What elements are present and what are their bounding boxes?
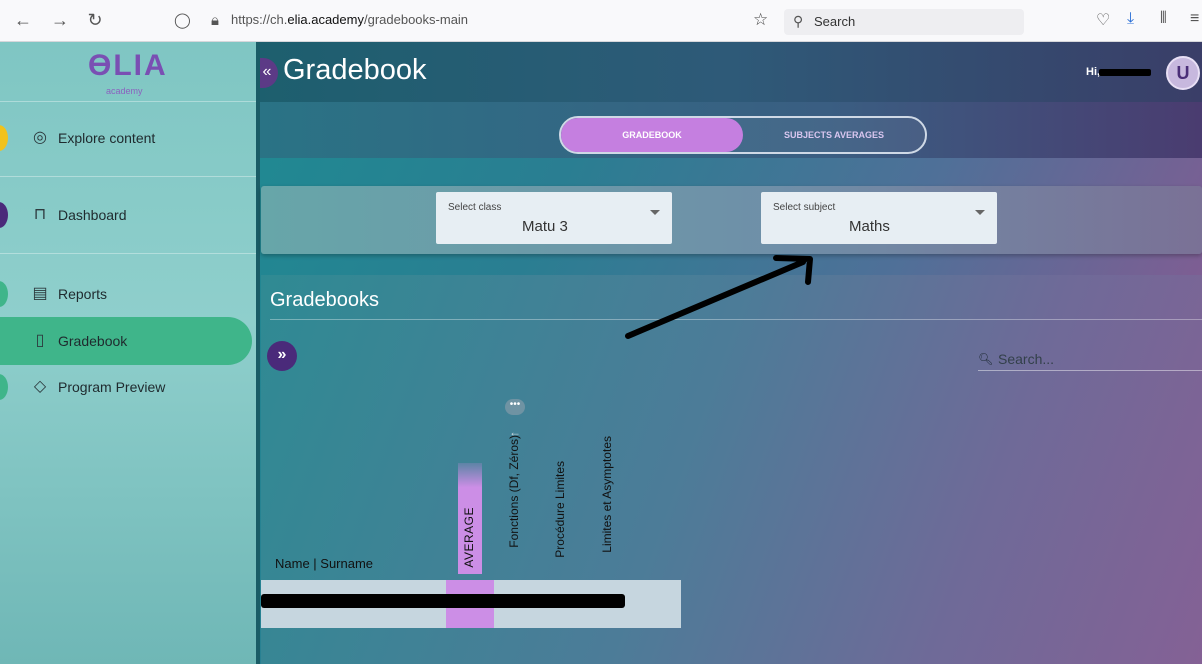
view-toggle: GRADEBOOK SUBJECTS AVERAGES — [559, 116, 927, 154]
planet-icon: ◎ — [33, 129, 47, 146]
pocket-icon[interactable]: ♡ — [1096, 10, 1110, 30]
back-icon[interactable]: ← — [12, 10, 34, 30]
easel-icon: ⊓ — [33, 206, 47, 223]
class-select[interactable]: Select class Matu 3 — [436, 192, 672, 244]
name-surname-header[interactable]: Name | Surname — [275, 556, 373, 571]
avatar-letter: U — [1176, 63, 1190, 83]
sidebar-divider — [0, 253, 256, 254]
address-bar[interactable]: https://ch.elia.academy/gradebooks-main — [231, 12, 468, 27]
browser-toolbar: ← → ↻ ◯ 🔒︎ https://ch.elia.academy/grade… — [0, 0, 1202, 42]
forward-icon[interactable]: → — [49, 10, 71, 30]
url-prefix: https://ch. — [231, 12, 288, 27]
logo[interactable]: ϴLIA academy — [0, 42, 256, 102]
sidebar-item-label: Explore content — [58, 130, 156, 146]
sidebar: ϴLIA academy ◎ Explore content ⊓ Dashboa… — [0, 42, 256, 664]
average-column-header[interactable]: AVERAGE — [458, 463, 482, 574]
redacted-user-name — [1099, 69, 1151, 76]
sidebar-item-program-preview[interactable]: ◇ Program Preview — [0, 363, 256, 411]
more-options-label: ••• — [509, 399, 521, 410]
gradebook-search-placeholder: Search... — [998, 351, 1055, 367]
search-icon: ⚲ — [793, 13, 804, 29]
expand-columns-button[interactable]: » — [267, 341, 297, 371]
bookmark-star-icon[interactable]: ☆ — [753, 10, 768, 30]
sidebar-item-label: Gradebook — [58, 333, 128, 349]
greeting-text: Hi, — [1086, 66, 1101, 78]
subject-select-caption: Select subject — [773, 202, 836, 213]
tab-gradebook[interactable]: GRADEBOOK — [561, 118, 743, 152]
filter-card: Select class Matu 3 Select subject Maths — [261, 186, 1202, 254]
url-domain: elia.academy — [287, 12, 364, 27]
average-header-label: AVERAGE — [462, 507, 476, 568]
class-select-value: Matu 3 — [522, 218, 568, 235]
reload-icon[interactable]: ↻ — [84, 10, 106, 30]
gradebook-icon: ▯ — [35, 332, 45, 349]
column-header-limites-asymptotes[interactable]: Limites et Asymptotes — [600, 436, 614, 553]
sidebar-item-gradebook[interactable]: ▯ Gradebook — [0, 317, 252, 365]
subject-select[interactable]: Select subject Maths — [761, 192, 997, 244]
subject-select-value: Maths — [849, 218, 890, 235]
sidebar-item-label: Reports — [58, 286, 108, 302]
logo-mark: ϴLIA — [88, 49, 168, 82]
tab-subjects-averages[interactable]: SUBJECTS AVERAGES — [743, 118, 925, 152]
program-bump — [0, 374, 8, 400]
dropdown-arrow-icon — [650, 210, 660, 215]
main-content: « Gradebook Hi, U GRADEBOOK SUBJECTS AVE… — [256, 42, 1202, 664]
title-divider — [270, 319, 1202, 320]
report-icon: ▤ — [32, 285, 48, 302]
dashboard-bump — [0, 202, 8, 228]
reports-bump — [0, 281, 8, 307]
search-icon: 🔍︎ — [978, 352, 994, 366]
avatar[interactable]: U — [1166, 56, 1200, 90]
sidebar-item-explore-content[interactable]: ◎ Explore content — [0, 114, 256, 162]
browser-search-field[interactable]: ⚲ Search — [784, 9, 1024, 35]
redacted-student-name — [261, 594, 625, 608]
sidebar-item-reports[interactable]: ▤ Reports — [0, 270, 256, 318]
sidebar-divider — [0, 176, 256, 177]
top-header: « Gradebook Hi, U — [256, 42, 1202, 102]
view-toggle-band: GRADEBOOK SUBJECTS AVERAGES — [260, 102, 1202, 158]
shield-lock-icon[interactable]: ◯ 🔒︎ — [174, 11, 227, 29]
gradebooks-title: Gradebooks — [270, 289, 379, 311]
logo-subtitle: academy — [106, 86, 143, 96]
sidebar-item-label: Program Preview — [58, 379, 166, 395]
class-select-caption: Select class — [448, 202, 502, 213]
menu-icon[interactable]: ≡ — [1190, 10, 1199, 28]
gradebooks-card: Gradebooks » 🔍︎ Search... ••• ← AVERAGE … — [261, 275, 1202, 664]
explore-bump — [0, 125, 8, 151]
gradebook-search-input[interactable]: 🔍︎ Search... — [978, 349, 1202, 371]
sidebar-item-dashboard[interactable]: ⊓ Dashboard — [0, 191, 256, 239]
graduation-cap-icon: ◇ — [33, 378, 47, 395]
app: ϴLIA academy ◎ Explore content ⊓ Dashboa… — [0, 42, 1202, 664]
table-row[interactable] — [261, 580, 681, 628]
dropdown-arrow-icon — [975, 210, 985, 215]
sidebar-item-label: Dashboard — [58, 207, 127, 223]
page-title: Gradebook — [283, 54, 427, 86]
library-icon[interactable]: ⫴ — [1160, 10, 1167, 28]
url-path: /gradebooks-main — [363, 12, 469, 27]
more-options-button[interactable]: ••• — [505, 399, 525, 415]
column-header-fonctions[interactable]: Fonctions (Df, Zéros) — [507, 435, 521, 548]
column-header-procedure-limites[interactable]: Procédure Limites — [553, 461, 567, 558]
download-icon[interactable]: ⤓ — [1127, 10, 1134, 28]
browser-search-placeholder: Search — [814, 14, 856, 29]
